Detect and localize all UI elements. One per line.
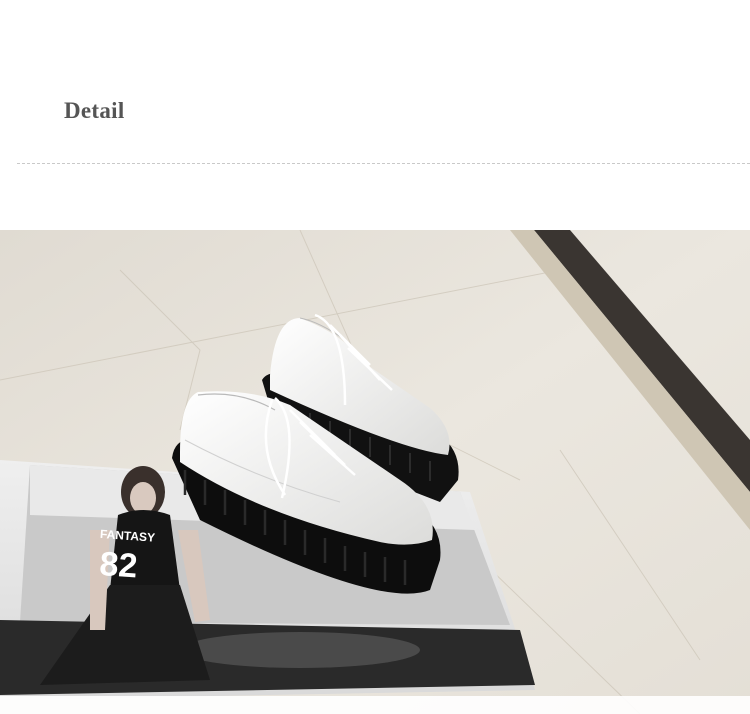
product-photo: FANTASY 82 [0, 230, 750, 714]
magazine-82-text: 82 [98, 545, 138, 586]
header: Detail [0, 0, 750, 230]
section-title: Detail [64, 98, 125, 123]
dashed-divider [17, 163, 750, 164]
